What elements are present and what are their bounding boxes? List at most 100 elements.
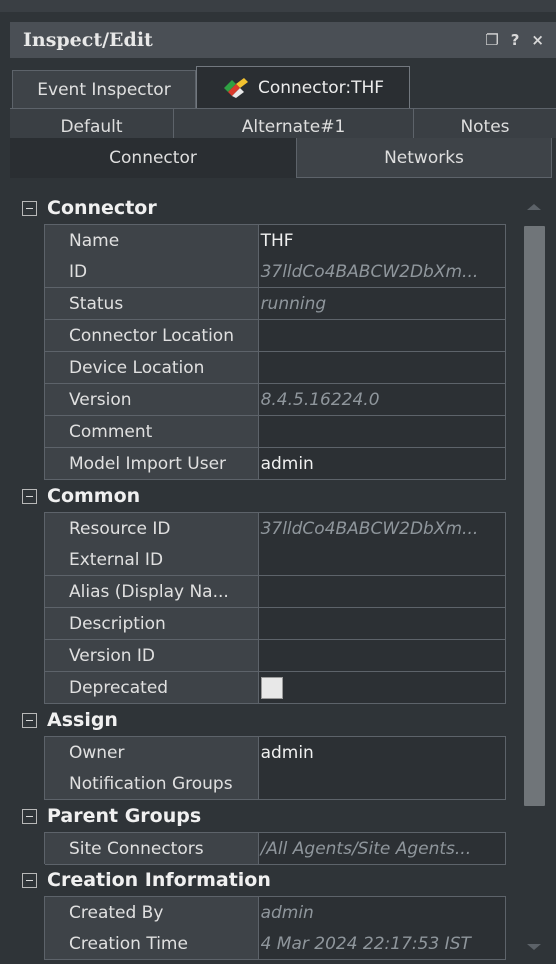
- property-value[interactable]: THF: [258, 225, 506, 257]
- property-key: Deprecated: [45, 672, 259, 704]
- property-value: 37lldCo4BABCW2DbXm...: [258, 256, 506, 288]
- sub-tab-row-2: Connector Networks: [10, 138, 556, 188]
- property-key: Comment: [45, 416, 259, 448]
- property-row: Device Location: [44, 352, 506, 384]
- property-row: Version 8.4.5.16224.0: [44, 384, 506, 416]
- main-tab-bar: Event Inspector Connector:THF: [10, 58, 556, 109]
- vertical-scrollbar[interactable]: [520, 192, 550, 964]
- property-row: Created By admin: [44, 896, 506, 929]
- section-title: Creation Information: [47, 869, 271, 891]
- property-value[interactable]: admin: [258, 448, 506, 480]
- section-title: Parent Groups: [47, 805, 202, 827]
- collapse-icon[interactable]: [22, 808, 37, 824]
- property-key: Resource ID: [45, 513, 259, 545]
- property-value[interactable]: [258, 416, 506, 448]
- property-row: External ID: [44, 544, 506, 576]
- tab-default-label: Default: [60, 117, 123, 137]
- property-value[interactable]: [258, 352, 506, 384]
- section-creation-information: Creation Information: [10, 864, 520, 896]
- property-row: Connector Location: [44, 320, 506, 352]
- property-row: Alias (Display Na...: [44, 576, 506, 608]
- property-value: 8.4.5.16224.0: [258, 384, 506, 416]
- property-key: External ID: [45, 544, 259, 576]
- property-grid: Connector Name THF ID 37lldCo4BABCW2DbXm..…: [10, 192, 520, 960]
- property-row: Name THF: [44, 224, 506, 257]
- section-parent-groups: Parent Groups: [10, 800, 520, 832]
- help-icon[interactable]: ?: [511, 31, 520, 49]
- property-key: Status: [45, 288, 259, 320]
- tab-alternate-1-label: Alternate#1: [241, 117, 346, 137]
- connector-icon: [223, 78, 248, 98]
- property-value[interactable]: [258, 608, 506, 640]
- tab-connector[interactable]: Connector: [10, 138, 296, 178]
- property-row: Notification Groups: [44, 768, 506, 800]
- tab-connector-thf[interactable]: Connector:THF: [196, 66, 410, 109]
- property-value[interactable]: [258, 320, 506, 352]
- tab-notes-label: Notes: [460, 117, 510, 137]
- section-title: Connector: [47, 197, 157, 219]
- property-row: Deprecated: [44, 672, 506, 704]
- property-value[interactable]: [258, 640, 506, 672]
- scroll-down-icon[interactable]: [527, 944, 541, 950]
- property-row: Owner admin: [44, 736, 506, 769]
- property-row: Resource ID 37lldCo4BABCW2DbXm...: [44, 512, 506, 545]
- property-row: Site Connectors/All Agents/Site Agents..…: [44, 832, 506, 865]
- property-row: Description: [44, 608, 506, 640]
- property-row: Version ID: [44, 640, 506, 672]
- collapse-icon[interactable]: [22, 712, 37, 728]
- tab-networks-label: Networks: [384, 147, 464, 168]
- section-connector: Connector: [10, 192, 520, 224]
- tab-connector-label: Connector:THF: [257, 78, 385, 98]
- deprecated-checkbox[interactable]: [260, 676, 283, 699]
- property-key: Site Connectors: [45, 833, 259, 865]
- section-assign: Assign: [10, 704, 520, 736]
- property-value: 37lldCo4BABCW2DbXm...: [258, 513, 506, 545]
- property-value: [258, 672, 506, 704]
- property-value: /All Agents/Site Agents...: [258, 833, 506, 865]
- property-key: ID: [45, 256, 259, 288]
- property-key: Connector Location: [45, 320, 259, 352]
- sub-tab-bar: Default Alternate#1 Notes Connector Netw…: [10, 108, 556, 188]
- tab-connector-sub-label: Connector: [109, 148, 197, 168]
- property-value[interactable]: admin: [258, 737, 506, 769]
- section-common: Common: [10, 480, 520, 512]
- panel-title: Inspect/Edit: [23, 29, 153, 51]
- property-row: Model Import User admin: [44, 448, 506, 480]
- property-key: Alias (Display Na...: [45, 576, 259, 608]
- property-key: Model Import User: [45, 448, 259, 480]
- section-title: Common: [47, 485, 141, 507]
- tab-default[interactable]: Default: [10, 109, 174, 139]
- property-key: Version: [45, 384, 259, 416]
- sub-tab-row-1: Default Alternate#1 Notes: [10, 108, 556, 139]
- property-key: Created By: [45, 897, 259, 929]
- tab-alternate-1[interactable]: Alternate#1: [174, 109, 414, 139]
- collapse-icon[interactable]: [22, 200, 37, 216]
- property-row: Status running: [44, 288, 506, 320]
- collapse-icon[interactable]: [22, 488, 37, 504]
- property-key: Owner: [45, 737, 259, 769]
- property-key: Notification Groups: [45, 768, 259, 800]
- tab-notes[interactable]: Notes: [414, 109, 556, 139]
- restore-icon[interactable]: ❐: [485, 31, 498, 49]
- tab-networks[interactable]: Networks: [296, 138, 552, 178]
- property-row: Comment: [44, 416, 506, 448]
- tab-event-inspector-label: Event Inspector: [37, 79, 171, 100]
- scroll-up-icon[interactable]: [527, 204, 541, 210]
- property-value[interactable]: [258, 544, 506, 576]
- property-value: admin: [258, 897, 506, 929]
- property-row: Creation Time 4 Mar 2024 22:17:53 IST: [44, 928, 506, 960]
- panel-titlebar: Inspect/Edit ❐ ? ×: [10, 22, 556, 58]
- property-value: running: [258, 288, 506, 320]
- section-title: Assign: [47, 709, 118, 731]
- close-icon[interactable]: ×: [531, 31, 544, 49]
- collapse-icon[interactable]: [22, 872, 37, 888]
- property-key: Description: [45, 608, 259, 640]
- top-strip: [0, 0, 556, 12]
- tab-event-inspector[interactable]: Event Inspector: [12, 70, 196, 108]
- property-value: 4 Mar 2024 22:17:53 IST: [258, 928, 506, 960]
- property-row: ID 37lldCo4BABCW2DbXm...: [44, 256, 506, 288]
- scroll-thumb[interactable]: [524, 226, 545, 806]
- property-value[interactable]: [258, 768, 506, 800]
- property-value[interactable]: [258, 576, 506, 608]
- property-key: Name: [45, 225, 259, 257]
